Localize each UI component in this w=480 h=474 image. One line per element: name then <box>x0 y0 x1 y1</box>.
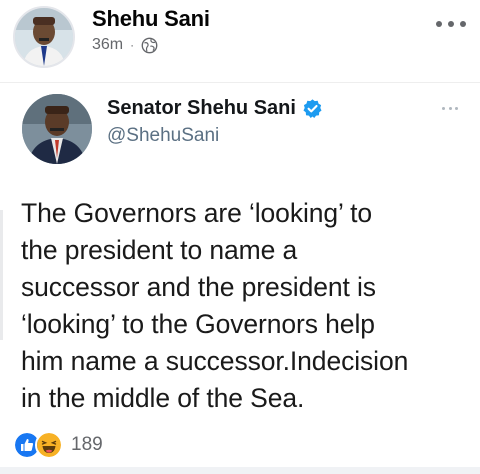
post-meta: 36m · <box>92 36 158 54</box>
haha-icon <box>35 431 63 459</box>
tweet-screenshot[interactable]: Senator Shehu Sani @ShehuSani The Govern… <box>0 82 480 431</box>
action-bar-edge <box>0 467 480 474</box>
post-timestamp[interactable]: 36m <box>92 36 123 54</box>
tweet-display-name-text: Senator Shehu Sani <box>107 97 296 119</box>
tweet-text-line: ‘looking’ to the Governors help <box>21 309 375 339</box>
facebook-post: Shehu Sani 36m · Senator Shehu Sani @She… <box>0 0 480 474</box>
tweet-avatar <box>22 94 92 164</box>
tweet-text-line: the president to name a <box>21 235 298 265</box>
avatar-portrait <box>15 8 73 66</box>
tweet-handle: @ShehuSani <box>107 125 220 146</box>
verified-badge-icon <box>303 99 322 118</box>
tweet-more-icon <box>442 105 458 111</box>
tweet-text: The Governors are ‘looking’ to the presi… <box>21 195 469 417</box>
tweet-text-line: him name a successor.Indecision <box>21 346 409 376</box>
globe-icon[interactable] <box>141 37 158 54</box>
feed-edge-divider <box>0 210 3 340</box>
tweet-display-name: Senator Shehu Sani <box>107 97 323 120</box>
tweet-avatar-portrait <box>22 94 92 164</box>
meta-separator: · <box>130 38 135 52</box>
reactions-summary[interactable]: 189 <box>13 431 103 459</box>
tweet-text-line: successor and the president is <box>21 272 376 302</box>
tweet-text-line: in the middle of the Sea. <box>21 383 305 413</box>
author-name[interactable]: Shehu Sani <box>92 6 210 32</box>
tweet-text-line: The Governors are ‘looking’ to <box>21 198 372 228</box>
author-avatar[interactable] <box>13 6 75 68</box>
more-options-icon[interactable] <box>436 14 466 34</box>
reaction-count[interactable]: 189 <box>71 434 103 456</box>
